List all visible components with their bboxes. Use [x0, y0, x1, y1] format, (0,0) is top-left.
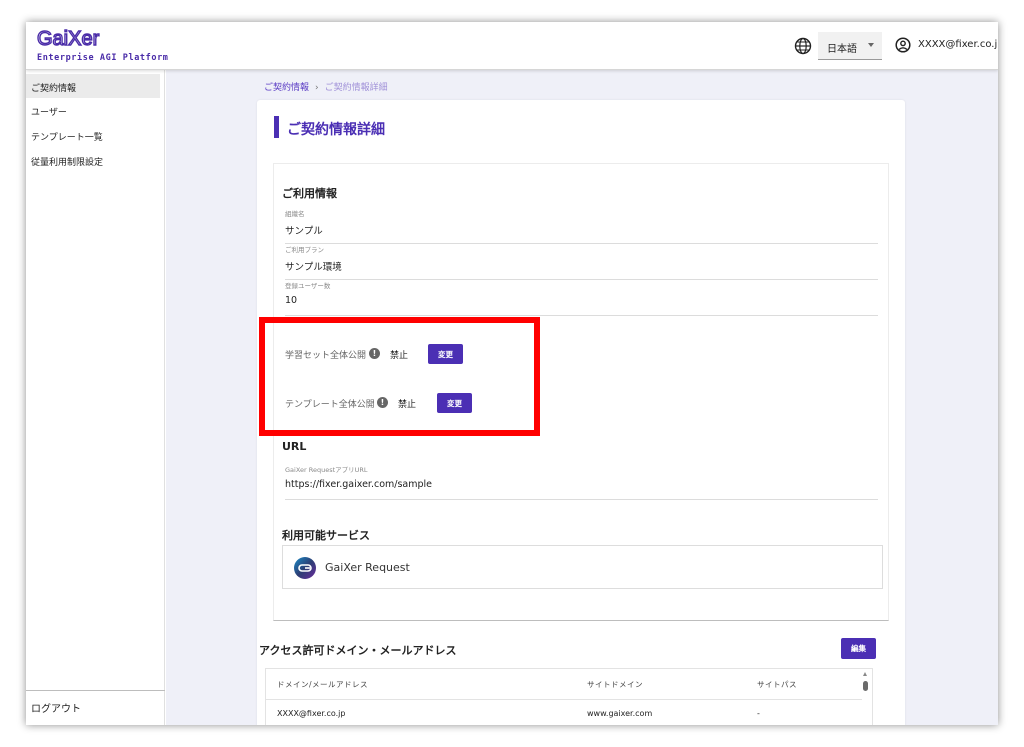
- table-cell-site-path: -: [757, 709, 760, 718]
- field-app-url: GaiXer RequestアプリURL https://fixer.gaixe…: [285, 464, 878, 500]
- logout-button[interactable]: ログアウト: [31, 700, 81, 715]
- field-label: 登録ユーザー数: [285, 282, 331, 290]
- service-item[interactable]: GaiXer Request: [282, 545, 883, 589]
- field-value: サンプル: [285, 226, 323, 237]
- sidebar-item-usage-limit[interactable]: 従量利用制限設定: [26, 148, 160, 172]
- column-header-domain: ドメイン/メールアドレス: [277, 680, 369, 689]
- breadcrumb-link-contract[interactable]: ご契約情報: [264, 83, 309, 93]
- main-content: ご契約情報 › ご契約情報詳細 ご契約情報詳細 ご利用情報 組織名 サンプル ご利用…: [166, 70, 998, 725]
- learning-set-public-row: 学習セット全体公開 ! 禁止 変更: [285, 344, 475, 364]
- change-learning-set-button[interactable]: 変更: [428, 344, 463, 364]
- sidebar-item-users[interactable]: ユーザー: [26, 98, 160, 122]
- edit-domains-button[interactable]: 編集: [841, 638, 876, 659]
- template-public-status: 禁止: [398, 400, 417, 410]
- field-label: 組織名: [285, 210, 305, 218]
- contract-info-panel: ご利用情報 組織名 サンプル ご利用プラン サンプル環境 登録ユーザー数 10 …: [273, 163, 889, 621]
- title-accent-bar: [274, 116, 279, 138]
- user-email[interactable]: XXXX@fixer.co.jp: [918, 39, 998, 50]
- table-header-divider: [266, 699, 862, 700]
- sidebar: ご契約情報 ユーザー テンプレート一覧 従量利用制限設定 ログアウト: [26, 70, 165, 725]
- field-label: ご利用プラン: [285, 246, 324, 254]
- learning-set-public-label: 学習セット全体公開: [285, 351, 367, 361]
- gaixer-logo[interactable]: GaiXer Enterprise AGI Platform: [36, 28, 168, 66]
- language-select[interactable]: 日本語: [818, 32, 882, 60]
- info-icon[interactable]: !: [369, 348, 380, 359]
- template-public-row: テンプレート全体公開 ! 禁止 変更: [285, 393, 485, 413]
- page-title: ご契約情報詳細: [287, 122, 385, 138]
- services-title: 利用可能サービス: [282, 529, 370, 542]
- breadcrumb-separator-icon: ›: [315, 83, 319, 93]
- globe-icon[interactable]: [794, 37, 812, 55]
- table-scrollbar[interactable]: [863, 681, 868, 691]
- usage-info-title: ご利用情報: [282, 187, 337, 200]
- template-public-label: テンプレート全体公開: [285, 400, 375, 410]
- field-organization: 組織名 サンプル: [285, 208, 878, 244]
- breadcrumb: ご契約情報 › ご契約情報詳細: [264, 80, 388, 93]
- change-template-button[interactable]: 変更: [437, 393, 472, 413]
- field-value: サンプル環境: [285, 262, 342, 273]
- language-select-value: 日本語: [827, 44, 857, 55]
- sidebar-divider: [26, 690, 165, 691]
- field-plan: ご利用プラン サンプル環境: [285, 244, 878, 280]
- learning-set-public-status: 禁止: [390, 351, 409, 361]
- field-value: 10: [285, 295, 298, 306]
- logo-subtitle: Enterprise AGI Platform: [37, 53, 169, 63]
- table-cell-domain: XXXX@fixer.co.jp: [277, 709, 346, 718]
- app-window: GaiXer Enterprise AGI Platform 日本語 XXXX@…: [26, 22, 998, 725]
- scroll-up-icon[interactable]: [863, 672, 867, 676]
- access-domains-title: アクセス許可ドメイン・メールアドレス: [259, 644, 457, 657]
- account-circle-icon[interactable]: [895, 37, 911, 53]
- field-label: GaiXer RequestアプリURL: [285, 466, 368, 474]
- access-domains-table: ドメイン/メールアドレス サイトドメイン サイトパス XXXX@fixer.co…: [265, 668, 873, 725]
- top-app-bar: GaiXer Enterprise AGI Platform 日本語 XXXX@…: [26, 22, 998, 70]
- sidebar-item-contract[interactable]: ご契約情報: [26, 74, 160, 98]
- info-icon[interactable]: !: [377, 397, 388, 408]
- gaixer-logo-mark: GaiXer: [36, 28, 100, 50]
- contract-detail-card: ご契約情報詳細 ご利用情報 組織名 サンプル ご利用プラン サンプル環境 登録ユ…: [257, 100, 905, 725]
- chevron-down-icon: [868, 43, 874, 47]
- field-user-count: 登録ユーザー数 10: [285, 280, 878, 316]
- url-title: URL: [282, 440, 307, 453]
- app-url-value: https://fixer.gaixer.com/sample: [285, 479, 433, 490]
- svg-text:GaiXer: GaiXer: [37, 28, 100, 50]
- table-cell-site-domain: www.gaixer.com: [587, 709, 653, 718]
- sidebar-item-templates[interactable]: テンプレート一覧: [26, 123, 160, 147]
- column-header-site-path: サイトパス: [757, 680, 797, 689]
- breadcrumb-current: ご契約情報詳細: [324, 83, 388, 93]
- column-header-site-domain: サイトドメイン: [587, 680, 643, 689]
- service-name: GaiXer Request: [325, 561, 410, 574]
- gaixer-request-logo-icon: [294, 557, 316, 579]
